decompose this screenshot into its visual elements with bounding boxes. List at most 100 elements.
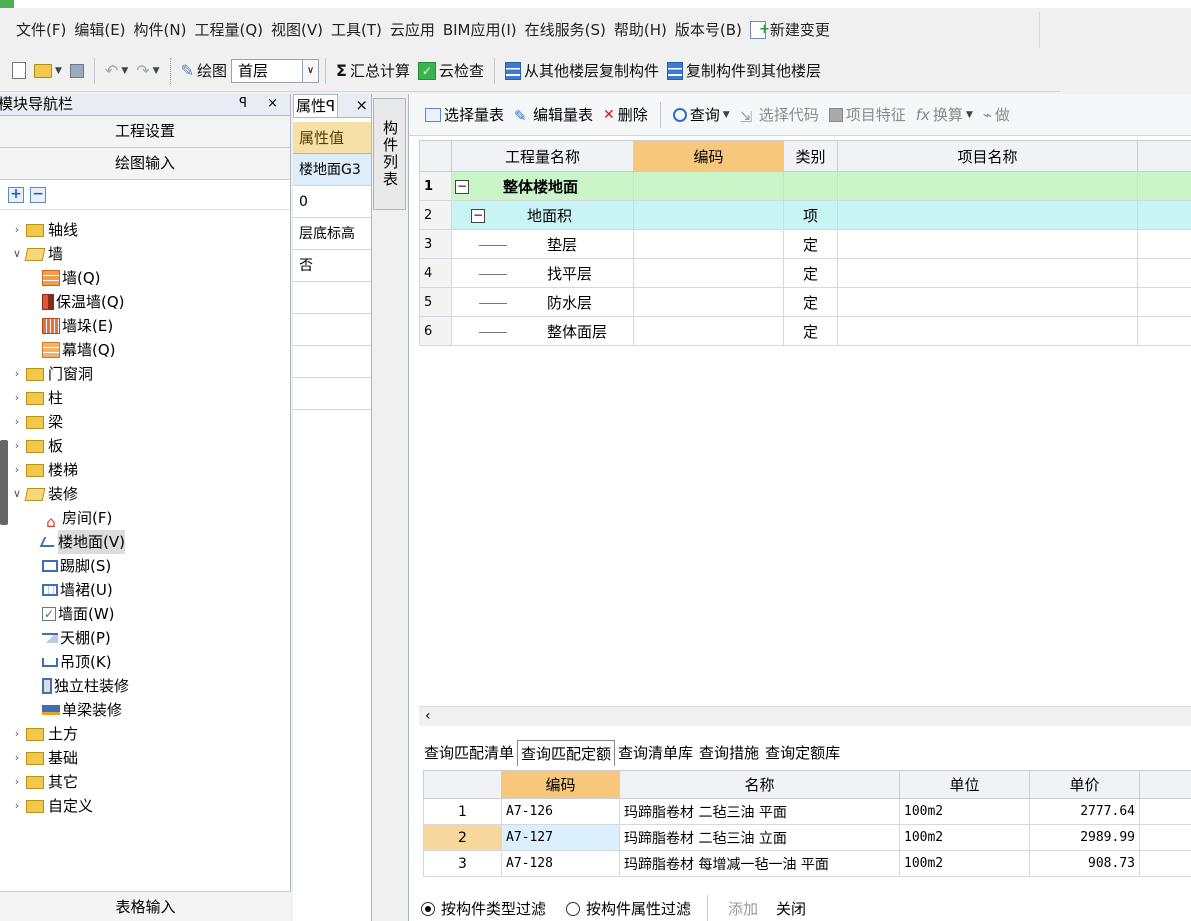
column-header[interactable]: 编码 bbox=[633, 140, 784, 172]
quantity-name-cell[interactable]: 找平层 bbox=[451, 258, 634, 288]
horizontal-scrollbar[interactable]: ‹ bbox=[419, 706, 1191, 726]
quantity-name-cell[interactable]: 防水层 bbox=[451, 287, 634, 317]
tree-node[interactable]: 独立柱装修 bbox=[0, 674, 290, 698]
table-row[interactable]: 2 − 地面积 项 bbox=[419, 200, 1191, 230]
component-list-tab[interactable]: 构件列表 bbox=[373, 98, 406, 210]
type-cell[interactable]: 定 bbox=[783, 229, 838, 259]
table-row[interactable]: 6 整体面层 定 bbox=[419, 316, 1191, 346]
select-table-button[interactable]: 选择量表 bbox=[421, 104, 508, 125]
convert-button[interactable]: fx 换算 ▼ bbox=[912, 104, 977, 125]
chevron-left-icon[interactable]: ‹ bbox=[425, 708, 431, 724]
quantity-name-cell[interactable]: − 整体楼地面 bbox=[451, 171, 634, 201]
collapse-all-icon[interactable]: − bbox=[30, 186, 46, 203]
quota-name-cell[interactable]: 玛蹄脂卷材 每增减一毡一油 平面 bbox=[619, 850, 900, 877]
quota-price-cell[interactable]: 2989.99 bbox=[1029, 824, 1140, 851]
undo-button[interactable]: ↶ ▼ bbox=[101, 57, 132, 85]
tree-node[interactable]: 幕墙(Q) bbox=[0, 338, 290, 362]
tab-query[interactable]: 查询匹配定额 bbox=[517, 740, 616, 766]
menu-item[interactable]: 视图(V) bbox=[267, 18, 327, 42]
floor-select-arrow[interactable]: ∨ bbox=[303, 58, 319, 83]
quantity-name-cell[interactable]: − 地面积 bbox=[451, 200, 634, 230]
draw-button[interactable]: ✎ 绘图 bbox=[177, 57, 231, 85]
table-row[interactable]: 4 找平层 定 bbox=[419, 258, 1191, 288]
tab-query[interactable]: 查询匹配清单 bbox=[421, 740, 517, 766]
table-row[interactable]: 2 A7-127 玛蹄脂卷材 二毡三油 立面 100m2 2989.99 bbox=[423, 824, 1191, 851]
menu-item[interactable]: 工程量(Q) bbox=[190, 18, 267, 42]
table-row[interactable]: 5 防水层 定 bbox=[419, 287, 1191, 317]
quota-unit-cell[interactable]: 100m2 bbox=[899, 850, 1030, 877]
collapse-icon[interactable]: − bbox=[455, 180, 469, 194]
add-button[interactable]: 添加 bbox=[724, 898, 762, 919]
collapse-icon[interactable]: − bbox=[471, 209, 485, 223]
quota-name-cell[interactable]: 玛蹄脂卷材 二毡三油 平面 bbox=[619, 798, 900, 825]
close-button[interactable]: 关闭 bbox=[772, 898, 810, 919]
chevron-right-icon[interactable]: › bbox=[10, 386, 24, 410]
menu-item[interactable]: 版本号(B) bbox=[671, 18, 746, 42]
menu-item[interactable]: 在线服务(S) bbox=[521, 18, 610, 42]
type-cell[interactable]: 定 bbox=[783, 287, 838, 317]
tree-node[interactable]: 墙垛(E) bbox=[0, 314, 290, 338]
tree-node[interactable]: › 门窗洞 bbox=[0, 362, 290, 386]
quota-name-cell[interactable]: 玛蹄脂卷材 二毡三油 立面 bbox=[619, 824, 900, 851]
table-row[interactable]: 1− 整体楼地面 bbox=[419, 171, 1191, 201]
tree-node[interactable]: › 自定义 bbox=[0, 794, 290, 818]
table-input-button[interactable]: 表格输入 bbox=[0, 891, 291, 921]
quota-price-cell[interactable]: 2777.64 bbox=[1029, 798, 1140, 825]
tree-node[interactable]: › 板 bbox=[0, 434, 290, 458]
type-cell[interactable]: 项 bbox=[783, 200, 838, 230]
menu-item[interactable]: 文件(F) bbox=[12, 18, 70, 42]
project-settings-button[interactable]: 工程设置 bbox=[0, 116, 290, 148]
property-value-cell[interactable]: 否 bbox=[293, 250, 371, 282]
tree-node[interactable]: › 土方 bbox=[0, 722, 290, 746]
chevron-right-icon[interactable]: › bbox=[10, 434, 24, 458]
property-value-cell[interactable] bbox=[293, 346, 371, 378]
tree-node[interactable]: 楼地面(V) bbox=[0, 530, 290, 554]
item-name-cell[interactable] bbox=[837, 229, 1138, 259]
type-cell[interactable]: 定 bbox=[783, 316, 838, 346]
tree-node[interactable]: › 其它 bbox=[0, 770, 290, 794]
summary-calc-button[interactable]: Σ 汇总计算 bbox=[332, 57, 414, 85]
quota-code-cell[interactable]: A7-127 bbox=[501, 824, 620, 851]
splitter-handle[interactable] bbox=[0, 440, 8, 525]
tab-properties[interactable]: 属性ꟼ bbox=[293, 94, 339, 117]
menu-item[interactable]: 帮助(H) bbox=[610, 18, 671, 42]
tree-node[interactable]: › 梁 bbox=[0, 410, 290, 434]
type-cell[interactable] bbox=[783, 171, 838, 201]
chevron-right-icon[interactable]: › bbox=[10, 410, 24, 434]
column-header[interactable]: 类别 bbox=[783, 140, 838, 172]
property-value-cell[interactable] bbox=[293, 282, 371, 314]
save-button[interactable] bbox=[66, 57, 88, 85]
tab-query[interactable]: 查询定额库 bbox=[762, 740, 843, 766]
chevron-right-icon[interactable]: › bbox=[10, 722, 24, 746]
menu-item[interactable]: 编辑(E) bbox=[70, 18, 129, 42]
column-header[interactable]: 单位 bbox=[899, 770, 1030, 799]
quota-code-cell[interactable]: A7-126 bbox=[501, 798, 620, 825]
tree-node[interactable]: ⌂ 房间(F) bbox=[0, 506, 290, 531]
property-value-cell[interactable]: 0 bbox=[293, 186, 371, 218]
table-row[interactable]: 1 A7-126 玛蹄脂卷材 二毡三油 平面 100m2 2777.64 bbox=[423, 798, 1191, 825]
expand-all-icon[interactable]: + bbox=[8, 186, 24, 203]
open-file-button[interactable]: ▼ bbox=[30, 57, 66, 85]
menu-item[interactable]: 构件(N) bbox=[130, 18, 191, 42]
type-cell[interactable]: 定 bbox=[783, 258, 838, 288]
floor-select[interactable]: 首层 bbox=[231, 58, 303, 83]
item-name-cell[interactable] bbox=[837, 200, 1138, 230]
do-button[interactable]: ⌁ 做 bbox=[979, 104, 1014, 125]
quantity-name-cell[interactable]: 整体面层 bbox=[451, 316, 634, 346]
filter-by-attr-radio[interactable]: 按构件属性过滤 bbox=[566, 898, 691, 919]
copy-to-floor-button[interactable]: 复制构件到其他楼层 bbox=[663, 57, 825, 85]
code-cell[interactable] bbox=[633, 229, 784, 259]
tree-node[interactable]: 吊顶(K) bbox=[0, 650, 290, 674]
menu-item[interactable]: 云应用 bbox=[386, 18, 439, 42]
delete-button[interactable]: ✕ 删除 bbox=[599, 104, 652, 125]
tree-node[interactable]: 保温墙(Q) bbox=[0, 290, 290, 314]
quota-code-cell[interactable]: A7-128 bbox=[501, 850, 620, 877]
close-icon[interactable]: × bbox=[355, 94, 368, 117]
table-row[interactable]: 3 垫层 定 bbox=[419, 229, 1191, 259]
copy-from-floor-button[interactable]: 从其他楼层复制构件 bbox=[501, 57, 663, 85]
tree-node[interactable]: 天棚(P) bbox=[0, 626, 290, 650]
new-change-menu[interactable]: 新建变更 bbox=[746, 18, 834, 42]
quota-unit-cell[interactable]: 100m2 bbox=[899, 824, 1030, 851]
tree-node[interactable]: 墙(Q) bbox=[0, 266, 290, 290]
redo-button[interactable]: ↷ ▼ bbox=[132, 57, 163, 85]
